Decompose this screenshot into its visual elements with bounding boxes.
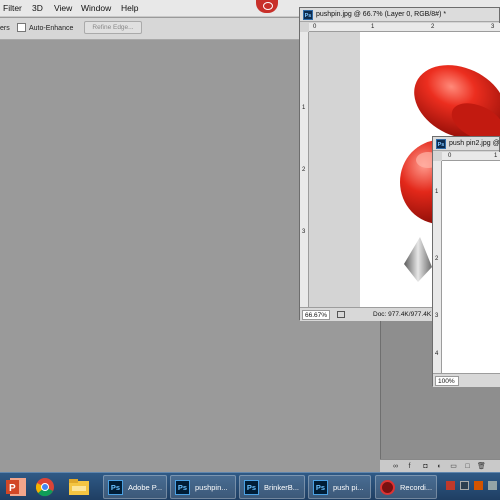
menu-window[interactable]: Window: [81, 3, 111, 13]
document-info[interactable]: Doc: 977.4K/977.4K: [373, 311, 431, 318]
ruler-tick: 3: [491, 24, 495, 30]
document-title: push pin2.jpg @: [449, 140, 500, 147]
trash-icon[interactable]: 🗑: [477, 463, 486, 470]
document-title-bar[interactable]: Ps pushpin.jpg @ 66.7% (Layer 0, RGB/8#)…: [300, 8, 499, 22]
taskbar-button-recording[interactable]: Recordi...: [375, 475, 437, 499]
taskbar-button-label: Adobe P...: [128, 483, 163, 492]
horizontal-ruler[interactable]: 0 1: [442, 152, 500, 161]
menu-filter[interactable]: Filter: [3, 3, 22, 13]
ruler-tick: 3: [435, 313, 439, 319]
tray-app-icon[interactable]: [488, 481, 497, 490]
mask-icon[interactable]: ◘: [422, 463, 429, 470]
ruler-tick: 3: [302, 229, 306, 235]
taskbar-button-label: BrinkerB...: [264, 483, 300, 492]
taskbar-button-pushpin[interactable]: Ps pushpin...: [170, 475, 236, 499]
tray-app-icon[interactable]: [460, 481, 469, 490]
file-explorer-icon[interactable]: [66, 475, 92, 499]
vertical-ruler[interactable]: 1 2 3: [300, 32, 309, 307]
image-canvas[interactable]: [442, 161, 500, 373]
chrome-icon[interactable]: [32, 475, 58, 499]
ruler-tick: 1: [494, 153, 498, 159]
ruler-tick: 1: [435, 189, 439, 195]
adjustment-icon[interactable]: ◐: [436, 463, 443, 470]
photoshop-icon: Ps: [303, 10, 313, 20]
export-icon[interactable]: [337, 311, 345, 318]
document-window-pushpin2[interactable]: Ps push pin2.jpg @ 0 1 1 2 3 4 100%: [432, 136, 500, 387]
status-bar: 100%: [433, 373, 500, 387]
ruler-tick: 0: [313, 24, 317, 30]
refine-edge-button[interactable]: Refine Edge...: [84, 21, 142, 34]
link-icon[interactable]: ∞: [392, 463, 399, 470]
photoshop-icon: Ps: [175, 480, 190, 495]
menu-3d[interactable]: 3D: [32, 3, 43, 13]
taskbar-button-adobe-photoshop[interactable]: Ps Adobe P...: [103, 475, 167, 499]
auto-enhance-checkbox[interactable]: [17, 23, 26, 32]
horizontal-ruler[interactable]: 0 1 2 3: [309, 23, 500, 32]
layers-panel-footer: ∞ f ◘ ◐ ▭ □ 🗑: [380, 459, 500, 472]
taskbar-button-label: push pi...: [333, 483, 364, 492]
folder-icon[interactable]: ▭: [450, 463, 457, 470]
fx-icon[interactable]: f: [406, 463, 413, 470]
ruler-tick: 4: [435, 351, 439, 357]
taskbar: P Ps Adobe P... Ps pushpin... Ps Brinker…: [0, 472, 500, 500]
recorder-icon: [380, 480, 395, 495]
photoshop-icon: Ps: [436, 139, 446, 149]
tray-app-icon[interactable]: [446, 481, 455, 490]
ruler-tick: 2: [435, 256, 439, 262]
svg-text:P: P: [9, 483, 16, 494]
taskbar-button-label: Recordi...: [400, 483, 433, 492]
auto-enhance-label: Auto-Enhance: [29, 25, 74, 32]
tray-app-icon[interactable]: [474, 481, 483, 490]
document-title-bar[interactable]: Ps push pin2.jpg @: [433, 137, 500, 151]
ruler-tick: 1: [302, 105, 306, 111]
ruler-tick: 0: [448, 153, 452, 159]
taskbar-button-push-pin[interactable]: Ps push pi...: [308, 475, 371, 499]
document-title: pushpin.jpg @ 66.7% (Layer 0, RGB/8#) *: [316, 11, 447, 18]
photoshop-icon: Ps: [313, 480, 328, 495]
photoshop-icon: Ps: [108, 480, 123, 495]
taskbar-button-brinkerb[interactable]: Ps BrinkerB...: [239, 475, 305, 499]
recording-logo-icon[interactable]: [256, 0, 278, 13]
ruler-tick: 2: [431, 24, 435, 30]
zoom-field[interactable]: 66.67%: [302, 310, 330, 320]
menu-help[interactable]: Help: [121, 3, 138, 13]
menu-view[interactable]: View: [54, 3, 72, 13]
ruler-tick: 2: [302, 167, 306, 173]
photoshop-icon: Ps: [244, 480, 259, 495]
taskbar-button-label: pushpin...: [195, 483, 228, 492]
ruler-tick: 1: [371, 24, 375, 30]
powerpoint-icon[interactable]: P: [4, 475, 30, 499]
vertical-ruler[interactable]: 1 2 3 4: [433, 161, 442, 373]
new-layer-icon[interactable]: □: [464, 463, 471, 470]
options-partial-label: ers: [0, 25, 10, 32]
zoom-field[interactable]: 100%: [435, 376, 459, 386]
